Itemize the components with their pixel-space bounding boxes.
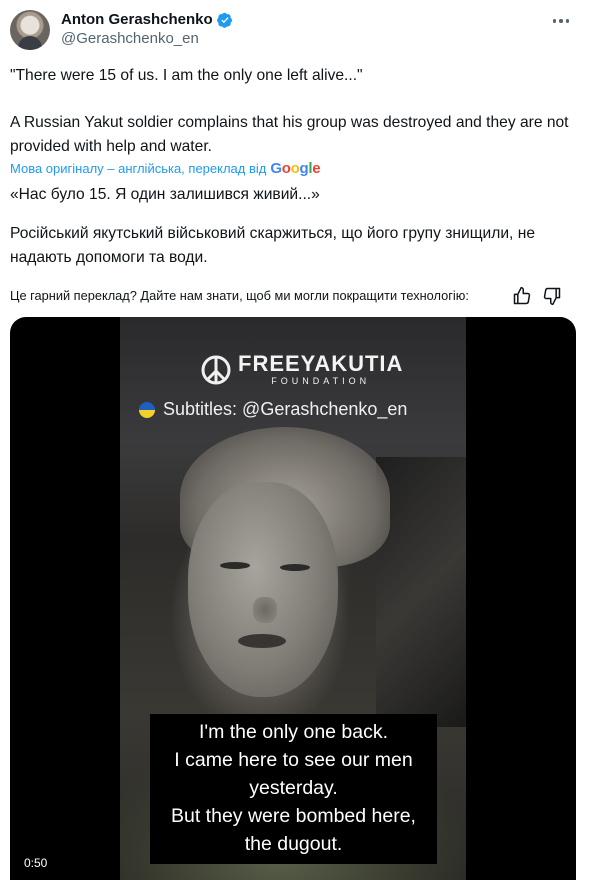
caption-line: yesterday. [249,777,338,799]
subtitles-credit: Subtitles: @Gerashchenko_en [139,399,407,420]
feedback-prompt: Це гарний переклад? Дайте нам знати, щоб… [10,288,469,303]
peace-sign-icon [201,355,231,385]
tweet-original-body: A Russian Yakut soldier complains that h… [10,114,569,155]
translation-source-label: Мова оригіналу – англійська, переклад ві… [10,161,267,176]
tweet-translated-quote: «Нас було 15. Я один залишився живий...» [10,186,320,203]
tweet-translated-body: Російський якутський військовий скаржить… [10,225,535,266]
logo-title: FREEYAKUTIA [238,351,404,376]
video-caption: I'm the only one back. I came here to se… [150,714,437,864]
ukraine-flag-icon [139,401,155,418]
video-subject-face [188,482,338,697]
translation-feedback: Це гарний переклад? Дайте нам знати, щоб… [10,285,581,307]
caption-line: I'm the only one back. [198,721,389,743]
more-dots-icon[interactable] [549,12,573,30]
author-name[interactable]: Anton Gerashchenko [61,11,213,28]
tweet-header: Anton Gerashchenko @Gerashchenko_en [10,8,581,50]
logo-subtitle: FOUNDATION [271,376,371,386]
video-frame[interactable]: FREEYAKUTIA FOUNDATION Subtitles: @Geras… [120,317,466,880]
thumbs-down-icon[interactable] [542,286,562,306]
freeyakutia-logo: FREEYAKUTIA FOUNDATION [200,353,403,387]
verified-badge-icon [216,12,232,28]
author-handle[interactable]: @Gerashchenko_en [61,30,199,47]
author-name-row: Anton Gerashchenko [61,11,233,28]
translation-attribution[interactable]: Мова оригіналу – англійська, переклад ві… [10,160,321,177]
subtitles-credit-text: Subtitles: @Gerashchenko_en [163,399,408,419]
thumbs-up-icon[interactable] [512,286,532,306]
caption-line: the dugout. [244,833,343,855]
avatar[interactable] [10,10,50,50]
video-player[interactable]: FREEYAKUTIA FOUNDATION Subtitles: @Geras… [10,317,576,880]
caption-line: I came here to see our men [174,749,413,771]
tweet-original-quote: "There were 15 of us. I am the only one … [10,67,363,84]
google-logo: Google [270,160,321,177]
video-duration: 0:50 [20,855,52,871]
caption-line: But they were bombed here, [171,805,416,827]
